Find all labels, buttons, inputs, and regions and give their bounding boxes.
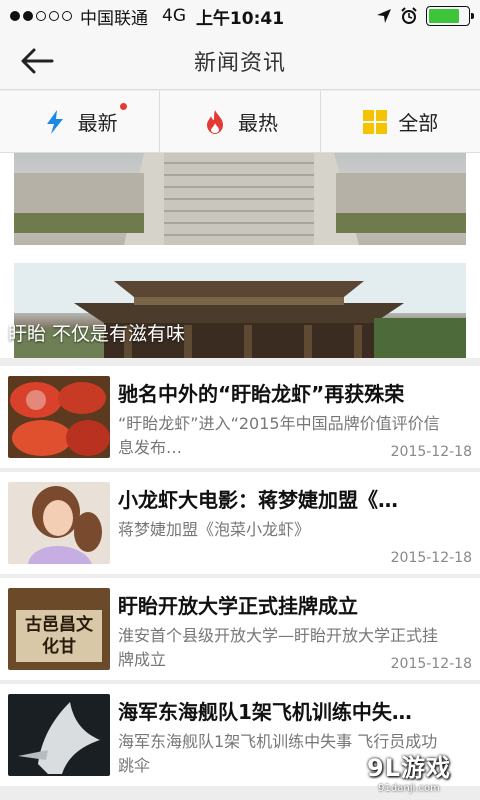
news-title: 小龙虾大电影：蒋梦婕加盟《…: [118, 488, 398, 512]
news-item[interactable]: 小龙虾大电影：蒋梦婕加盟《… 蒋梦婕加盟《泡菜小龙虾》 2015-12-18: [0, 472, 480, 574]
watermark-url: 91danji.com: [378, 783, 440, 794]
tab-latest[interactable]: 最新: [0, 91, 159, 152]
news-title: 驰名中外的“盱眙龙虾”再获殊荣: [118, 382, 405, 406]
news-date: 2015-12-18: [390, 550, 472, 566]
news-summary: 蒋梦婕加盟《泡菜小龙虾》: [118, 520, 311, 539]
lightning-icon: [46, 109, 63, 134]
page-title: 新闻资讯: [193, 50, 286, 76]
status-bar: 中国联通 4G 上午10:41: [0, 0, 480, 32]
plaque-thumbnail: 古邑昌文化甘: [8, 588, 110, 670]
site-watermark: 9L游戏 91danji.com: [344, 748, 474, 794]
temple-stairs-photo: [14, 153, 466, 245]
tab-label: 最新: [77, 111, 118, 135]
news-date: 2015-12-18: [390, 444, 472, 460]
featured-banner[interactable]: 盱眙 不仅是有滋有味: [0, 153, 480, 358]
watermark-logo: 9L游戏: [367, 754, 451, 782]
banner-caption: 盱眙 不仅是有滋有味: [8, 323, 186, 345]
tab-label: 全部: [398, 111, 439, 135]
grid-icon: [363, 109, 388, 134]
network-type: 4G: [162, 6, 186, 26]
alarm-clock-icon: [401, 7, 417, 24]
back-arrow-icon[interactable]: [20, 46, 54, 76]
navigation-bar: 新闻资讯: [0, 32, 480, 90]
actress-thumbnail: [8, 482, 110, 564]
crayfish-thumbnail: [8, 376, 110, 458]
battery-icon: [426, 6, 474, 26]
carrier-label: 中国联通: [80, 8, 148, 29]
plaque-inscription: 古邑昌文化甘: [16, 610, 102, 662]
location-arrow-icon: [377, 9, 391, 23]
news-title: 盱眙开放大学正式挂牌成立: [118, 594, 358, 618]
category-tabs: 最新 最热 全部: [0, 91, 480, 153]
tab-hottest[interactable]: 最热: [159, 91, 319, 152]
news-date: 2015-12-18: [390, 656, 472, 672]
new-badge-dot: [120, 103, 127, 110]
flame-icon: [206, 109, 223, 134]
news-title: 海军东海舰队1架飞机训练中失…: [118, 700, 412, 724]
tab-label: 最热: [237, 111, 278, 135]
aircraft-thumbnail: [8, 694, 110, 776]
signal-strength-icon: [10, 11, 72, 21]
news-item[interactable]: 古邑昌文化甘 盱眙开放大学正式挂牌成立 淮安首个县级开放大学—盱眙开放大学正式挂…: [0, 578, 480, 680]
tab-all[interactable]: 全部: [319, 91, 480, 152]
news-item[interactable]: 驰名中外的“盱眙龙虾”再获殊荣 “盱眙龙虾”进入“2015年中国品牌价值评价信息…: [0, 366, 480, 468]
